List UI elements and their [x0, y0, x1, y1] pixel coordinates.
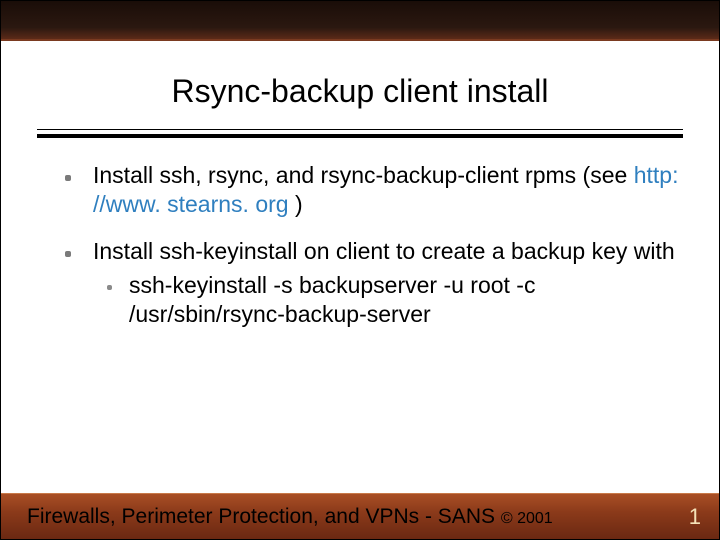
- sub-bullet-text: ssh-keyinstall -s backupserver -u root -…: [129, 272, 535, 327]
- top-accent-band: [1, 1, 719, 41]
- footer-text: Firewalls, Perimeter Protection, and VPN…: [27, 505, 671, 529]
- bullet-text-pre: Install ssh, rsync, and rsync-backup-cli…: [93, 162, 634, 188]
- footer-main: Firewalls, Perimeter Protection, and VPN…: [27, 505, 501, 528]
- bullet-text: Install ssh-keyinstall on client to crea…: [93, 238, 675, 264]
- footer-copyright: © 2001: [501, 510, 553, 527]
- title-rule: [37, 129, 683, 138]
- footer-bar: Firewalls, Perimeter Protection, and VPN…: [1, 493, 719, 539]
- bullet-text-post: ): [289, 191, 303, 217]
- list-item: Install ssh-keyinstall on client to crea…: [61, 237, 679, 329]
- slide-body: Install ssh, rsync, and rsync-backup-cli…: [61, 161, 679, 347]
- list-item: Install ssh, rsync, and rsync-backup-cli…: [61, 161, 679, 219]
- sub-list-item: ssh-keyinstall -s backupserver -u root -…: [93, 271, 679, 329]
- page-number: 1: [671, 504, 701, 530]
- slide-title: Rsync-backup client install: [1, 73, 719, 110]
- slide: Rsync-backup client install Install ssh,…: [0, 0, 720, 540]
